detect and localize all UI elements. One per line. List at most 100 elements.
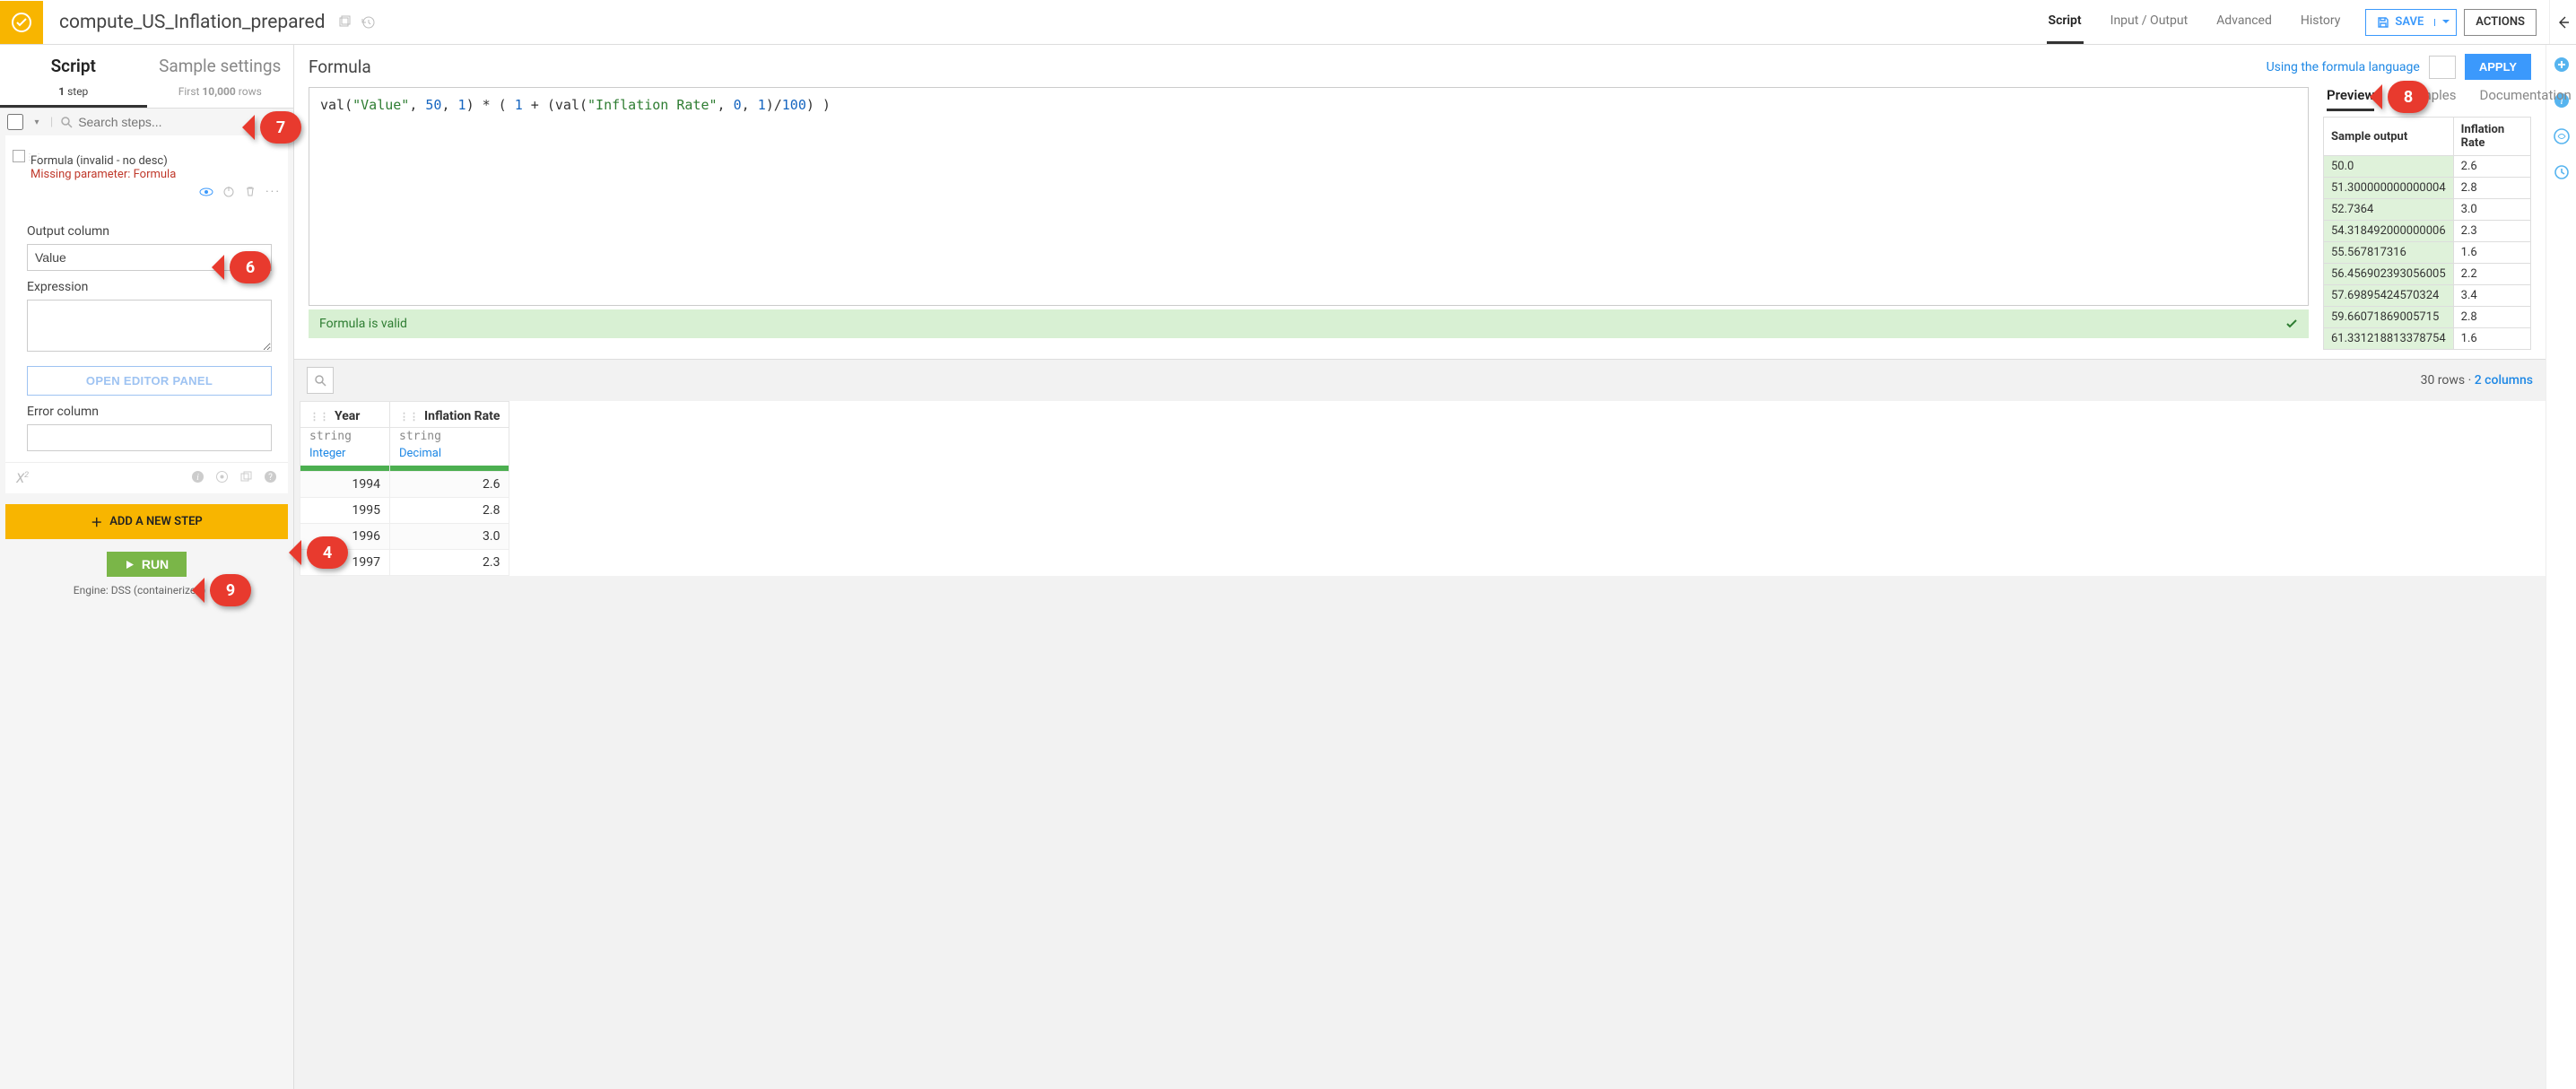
data-search-button[interactable]	[307, 367, 334, 394]
preview-cell: 54.318492000000006	[2324, 221, 2454, 242]
history-icon[interactable]	[361, 15, 375, 30]
left-tab-sample[interactable]: Sample settings	[147, 45, 294, 82]
preview-tab-preview[interactable]: Preview	[2327, 87, 2374, 111]
preview-cell: 2.3	[2453, 221, 2530, 242]
color-icon[interactable]	[215, 470, 229, 486]
preview-cell: 52.7364	[2324, 199, 2454, 221]
preview-tabs: Preview Examples Documentation	[2323, 87, 2531, 111]
preview-cell: 2.6	[2453, 156, 2530, 178]
expression-textarea[interactable]	[27, 300, 272, 352]
collapse-icon[interactable]	[2549, 0, 2576, 44]
step-form: Output column Expression OPEN EDITOR PAN…	[5, 212, 288, 462]
column-meaning[interactable]: Integer	[300, 445, 390, 466]
output-column-label: Output column	[27, 224, 272, 239]
step-footer-tools: X2 i ?	[5, 462, 288, 493]
formula-help-link[interactable]: Using the formula language	[2267, 60, 2420, 74]
preview-cell: 1.6	[2453, 242, 2530, 264]
step-item[interactable]: ⋮⋮ Formula (invalid - no desc) Missing p…	[5, 135, 288, 212]
add-step-button[interactable]: ＋ ADD A NEW STEP	[5, 504, 288, 539]
preview-cell: 61.331218813378754	[2324, 328, 2454, 350]
actions-button[interactable]: ACTIONS	[2464, 9, 2537, 36]
play-icon	[125, 560, 135, 570]
column-header[interactable]: ⋮⋮Year	[300, 402, 390, 428]
data-cell[interactable]: 2.8	[390, 497, 509, 523]
data-table: ⋮⋮Year⋮⋮Inflation RatestringstringIntege…	[300, 401, 509, 576]
engine-info[interactable]: Engine: DSS (containerized)	[0, 580, 293, 602]
copy-icon[interactable]	[337, 15, 352, 30]
run-button[interactable]: RUN	[107, 552, 187, 577]
preview-cell: 55.567817316	[2324, 242, 2454, 264]
column-type: string	[300, 428, 390, 446]
column-meaning[interactable]: Decimal	[390, 445, 509, 466]
data-cell[interactable]: 1995	[300, 497, 390, 523]
save-button[interactable]: SAVE	[2365, 9, 2457, 36]
help-icon[interactable]: ?	[264, 470, 277, 486]
column-type: string	[390, 428, 509, 446]
preview-cell: 56.456902393056005	[2324, 264, 2454, 285]
output-column-input[interactable]	[27, 244, 272, 271]
eye-icon[interactable]	[199, 185, 213, 199]
preview-tab-examples[interactable]: Examples	[2398, 87, 2456, 111]
trash-icon[interactable]	[244, 185, 257, 199]
open-editor-button[interactable]: OPEN EDITOR PANEL	[27, 366, 272, 396]
tab-history[interactable]: History	[2299, 0, 2343, 44]
gear-icon	[209, 585, 220, 596]
rail-add-icon[interactable]	[2553, 56, 2571, 74]
preview-cell: 50.0	[2324, 156, 2454, 178]
tab-io[interactable]: Input / Output	[2109, 0, 2190, 44]
preview-cell: 57.69895424570324	[2324, 285, 2454, 307]
formula-editor[interactable]: val("Value", 50, 1) * ( 1 + (val("Inflat…	[309, 87, 2309, 306]
preview-header[interactable]: Sample output	[2324, 118, 2454, 156]
svg-text:i: i	[196, 473, 199, 483]
data-cell[interactable]: 1994	[300, 471, 390, 497]
search-steps-input[interactable]	[78, 115, 286, 129]
side-rail: i	[2546, 45, 2576, 1089]
preview-tab-docs[interactable]: Documentation	[2479, 87, 2571, 111]
select-all-steps-checkbox[interactable]	[7, 114, 23, 130]
tab-script[interactable]: Script	[2047, 0, 2084, 44]
save-dropdown[interactable]	[2434, 19, 2456, 26]
data-cell[interactable]: 2.6	[390, 471, 509, 497]
step-title: Formula (invalid - no desc)	[30, 154, 281, 168]
step-count[interactable]: 1 step	[0, 82, 147, 108]
right-panel: Formula Using the formula language APPLY…	[294, 45, 2546, 1089]
data-cell[interactable]: 2.3	[390, 549, 509, 575]
preview-cell: 1.6	[2453, 328, 2530, 350]
apply-button[interactable]: APPLY	[2465, 54, 2531, 80]
rail-clock-icon[interactable]	[2553, 163, 2571, 181]
expression-label: Expression	[27, 280, 272, 294]
topbar-tabs: Script Input / Output Advanced History	[2047, 0, 2343, 44]
formula-option-box[interactable]	[2429, 56, 2456, 79]
power-icon[interactable]	[222, 185, 235, 199]
search-icon	[60, 116, 73, 128]
left-panel: Script Sample settings 1 step First 10,0…	[0, 45, 294, 1089]
rail-chat-icon[interactable]	[2553, 127, 2571, 145]
page-title: compute_US_Inflation_prepared	[59, 12, 325, 33]
data-cell[interactable]: 1996	[300, 523, 390, 549]
preview-cell: 2.8	[2453, 178, 2530, 199]
copy-step-icon[interactable]	[239, 470, 253, 486]
info-icon[interactable]: i	[191, 470, 205, 486]
data-cell[interactable]: 1997	[300, 549, 390, 575]
check-icon	[2285, 318, 2298, 330]
brand-logo[interactable]	[0, 1, 43, 44]
topbar: compute_US_Inflation_prepared Script Inp…	[0, 0, 2576, 45]
preview-cell: 2.8	[2453, 307, 2530, 328]
preview-cell: 59.66071869005715	[2324, 307, 2454, 328]
data-cell[interactable]: 3.0	[390, 523, 509, 549]
tab-advanced[interactable]: Advanced	[2215, 0, 2274, 44]
sample-size[interactable]: First 10,000 rows	[147, 82, 294, 108]
column-header[interactable]: ⋮⋮Inflation Rate	[390, 402, 509, 428]
svg-text:?: ?	[268, 473, 273, 483]
plus-icon: ＋	[91, 513, 102, 530]
formula-x2-icon[interactable]: X2	[16, 470, 29, 486]
formula-valid-banner: Formula is valid	[309, 309, 2309, 338]
left-tab-script[interactable]: Script	[0, 45, 147, 82]
step-checkbox[interactable]	[13, 150, 25, 162]
save-icon	[2377, 16, 2389, 29]
error-column-input[interactable]	[27, 424, 272, 451]
preview-header[interactable]: Inflation Rate	[2453, 118, 2530, 156]
preview-cell: 3.4	[2453, 285, 2530, 307]
steps-dropdown-icon[interactable]: ▾	[30, 118, 43, 127]
more-icon[interactable]: ···	[265, 185, 281, 199]
